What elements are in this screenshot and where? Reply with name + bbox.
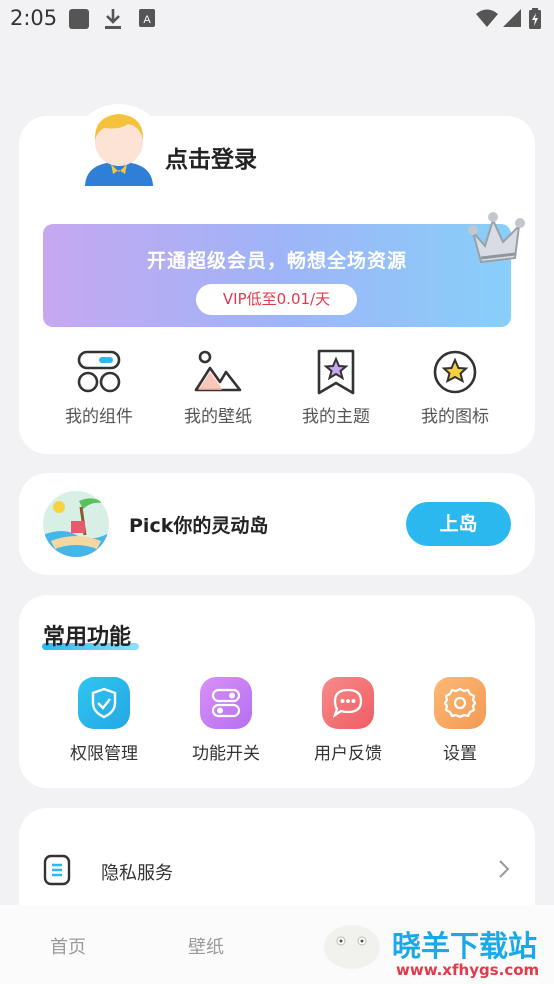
section-title: 常用功能 bbox=[43, 625, 132, 650]
function-label: 权限管理 bbox=[70, 744, 138, 764]
profile-card: 点击登录 开通超级会员，畅想全场资源 VIP低至0.01/天 我的组件 我的壁纸 bbox=[19, 104, 535, 454]
chat-icon bbox=[322, 677, 374, 729]
dynamic-island-card: Pick你的灵动岛 上岛 bbox=[19, 473, 535, 575]
icon-pack-icon bbox=[433, 350, 477, 394]
join-island-button[interactable]: 上岛 bbox=[406, 502, 511, 546]
privacy-label: 隐私服务 bbox=[101, 863, 173, 884]
quick-link-widgets[interactable]: 我的组件 bbox=[49, 348, 149, 427]
function-label: 设置 bbox=[443, 744, 477, 764]
function-toggles[interactable]: 功能开关 bbox=[171, 677, 281, 764]
gear-icon bbox=[434, 677, 486, 729]
download-icon bbox=[105, 9, 121, 29]
bottom-nav: 首页 壁纸 晓羊下载站 www.xfhygs.com bbox=[0, 905, 554, 984]
quick-link-theme[interactable]: 我的主题 bbox=[286, 348, 386, 427]
quick-link-wallpaper[interactable]: 我的壁纸 bbox=[168, 348, 268, 427]
watermark-url: www.xfhygs.com bbox=[396, 961, 540, 979]
function-feedback[interactable]: 用户反馈 bbox=[293, 677, 403, 764]
nav-home[interactable]: 首页 bbox=[50, 933, 86, 959]
shield-icon bbox=[78, 677, 130, 729]
function-permissions[interactable]: 权限管理 bbox=[49, 677, 159, 764]
quick-link-label: 我的图标 bbox=[421, 407, 489, 427]
crown-icon bbox=[468, 212, 525, 264]
wifi-icon bbox=[476, 9, 498, 27]
function-settings[interactable]: 设置 bbox=[405, 677, 515, 764]
document-icon bbox=[43, 854, 71, 886]
island-image bbox=[43, 491, 109, 557]
nav-wallpaper[interactable]: 壁纸 bbox=[188, 933, 224, 959]
app-square-icon bbox=[69, 9, 89, 29]
avatar[interactable] bbox=[71, 104, 167, 200]
island-prompt: Pick你的灵动岛 bbox=[129, 515, 269, 537]
status-time: 2:05 bbox=[10, 6, 58, 30]
quick-link-label: 我的主题 bbox=[302, 407, 370, 427]
quick-link-label: 我的壁纸 bbox=[184, 407, 252, 427]
function-label: 用户反馈 bbox=[314, 744, 382, 764]
signal-icon bbox=[503, 9, 521, 27]
wallpaper-icon bbox=[194, 350, 242, 392]
battery-icon bbox=[529, 8, 541, 29]
beach-island-icon bbox=[43, 491, 109, 557]
vip-price-button[interactable]: VIP低至0.01/天 bbox=[196, 284, 357, 315]
common-functions-card: 常用功能 权限管理 功能开关 用户反馈 设置 bbox=[19, 595, 535, 788]
theme-icon bbox=[317, 349, 355, 395]
status-bar: 2:05 A bbox=[0, 0, 554, 38]
sheep-logo-icon bbox=[324, 925, 380, 969]
login-prompt[interactable]: 点击登录 bbox=[165, 140, 257, 174]
user-avatar-icon bbox=[85, 114, 153, 186]
accessibility-icon: A bbox=[139, 9, 155, 27]
chevron-right-icon bbox=[499, 860, 510, 878]
watermark-logo: 晓羊下载站 bbox=[392, 929, 538, 963]
quick-link-label: 我的组件 bbox=[65, 407, 133, 427]
quick-link-icons[interactable]: 我的图标 bbox=[405, 348, 505, 427]
function-label: 功能开关 bbox=[192, 744, 260, 764]
vip-banner[interactable]: 开通超级会员，畅想全场资源 VIP低至0.01/天 bbox=[43, 224, 511, 327]
privacy-service-row[interactable]: 隐私服务 bbox=[19, 846, 535, 894]
vip-title: 开通超级会员，畅想全场资源 bbox=[146, 250, 407, 272]
widgets-icon bbox=[77, 350, 121, 393]
svg-text:A: A bbox=[143, 14, 151, 26]
toggle-icon bbox=[200, 677, 252, 729]
